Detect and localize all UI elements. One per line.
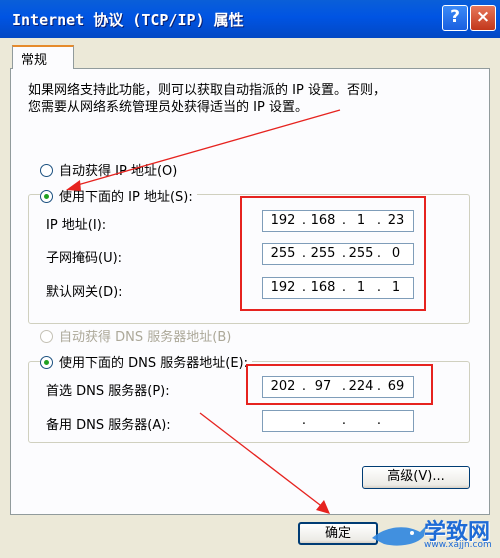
watermark-url: www.xajjn.com bbox=[424, 540, 492, 550]
fish-icon bbox=[372, 526, 426, 546]
arrow-to-ok bbox=[199, 412, 325, 509]
annotation-arrows bbox=[66, 109, 341, 514]
arrow-head-ok bbox=[316, 500, 330, 514]
arrow-head-ip bbox=[66, 180, 81, 191]
arrow-to-ip-radio bbox=[73, 109, 341, 187]
